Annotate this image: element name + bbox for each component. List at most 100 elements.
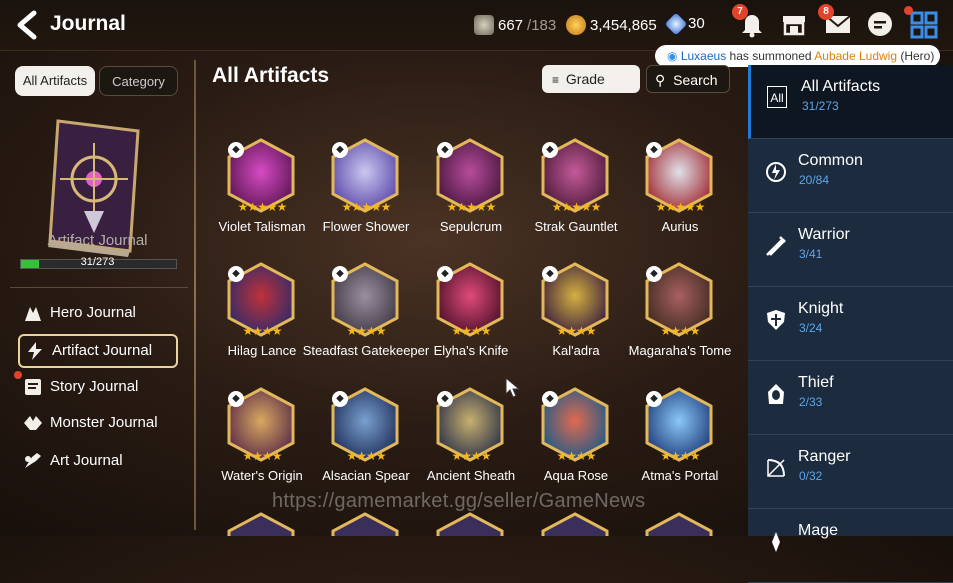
- menu-art-journal[interactable]: Art Journal: [18, 445, 178, 477]
- chat-button[interactable]: [864, 8, 896, 40]
- search-button[interactable]: ⚲ Search: [646, 65, 730, 93]
- artifact-card[interactable]: [411, 512, 531, 536]
- artifact-stars: ★★★★: [556, 324, 596, 338]
- left-panel: All Artifacts Category Artifact Journal …: [0, 51, 195, 536]
- knight-shield-icon: [767, 310, 785, 330]
- artifact-card[interactable]: ◆ ★★★★★ Strak Gauntlet: [516, 138, 636, 258]
- grid-menu-icon: [910, 11, 938, 39]
- artifact-stars: ★★★★: [556, 449, 596, 463]
- artifact-card[interactable]: ◆ ★★★★★ Aurius: [620, 138, 740, 258]
- artifact-card[interactable]: ◆ ★★★★★ Sepulcrum: [411, 138, 531, 258]
- filter-label: Warrior: [798, 226, 850, 243]
- story-journal-icon: [25, 379, 41, 395]
- menu-hero-journal[interactable]: Hero Journal: [18, 297, 178, 329]
- menu-label: Monster Journal: [50, 414, 158, 431]
- tab-category[interactable]: Category: [99, 66, 178, 96]
- tab-all-artifacts[interactable]: All Artifacts: [15, 66, 95, 96]
- gold-counter[interactable]: 3,454,865: [566, 15, 657, 35]
- watermark-text: https://gamemarket.gg/seller/GameNews: [272, 490, 646, 512]
- artifact-card[interactable]: [306, 512, 426, 536]
- toast-suffix: (Hero): [897, 49, 935, 63]
- grade-sort-button[interactable]: ≡ Grade: [542, 65, 640, 93]
- menu-label: Story Journal: [50, 378, 139, 395]
- artifact-stars: ★★★★★: [655, 200, 706, 214]
- artifact-card[interactable]: ◆ ★★★★★ Flower Shower: [306, 138, 426, 258]
- artifact-card[interactable]: ◆ ★★★★ Alsacian Spear: [306, 387, 426, 507]
- artifact-card[interactable]: ◆ ★★★★ Magaraha's Tome: [620, 262, 740, 382]
- class-badge-icon: ◆: [542, 142, 558, 158]
- artifact-stars: ★★★★: [451, 449, 491, 463]
- filter-count: 3/24: [799, 321, 823, 335]
- menu-monster-journal[interactable]: Monster Journal: [18, 407, 178, 439]
- shop-button[interactable]: [778, 8, 810, 40]
- main-title: All Artifacts: [212, 64, 330, 87]
- filter-label: Thief: [798, 374, 834, 391]
- menu-story-journal[interactable]: Story Journal: [14, 371, 178, 403]
- artifact-card[interactable]: ◆ ★★★★ Steadfast Gatekeeper: [303, 262, 429, 382]
- main-menu-button[interactable]: [904, 6, 940, 40]
- artifact-card[interactable]: [516, 512, 636, 536]
- class-badge-icon: ◆: [332, 391, 348, 407]
- filter-all-artifacts[interactable]: All All Artifacts 31/273: [748, 65, 953, 139]
- artifact-stars: ★★★★: [660, 449, 700, 463]
- filter-common[interactable]: Common 20/84: [748, 139, 953, 213]
- class-badge-icon: ◆: [542, 266, 558, 282]
- collection-progress-text: 31/273: [80, 256, 115, 268]
- menu-label: Hero Journal: [50, 304, 136, 321]
- warrior-class-icon: [766, 236, 786, 256]
- class-badge-icon: ◆: [332, 142, 348, 158]
- filter-label: All Artifacts: [801, 78, 881, 95]
- crystal-icon: [664, 12, 688, 35]
- filter-thief[interactable]: Thief 2/33: [748, 361, 953, 435]
- menu-badge-dot: [904, 6, 913, 15]
- back-arrow-icon[interactable]: [14, 10, 40, 40]
- ranger-bow-icon: [767, 459, 785, 477]
- artifact-card[interactable]: ◆ ★★★★ Elyha's Knife: [411, 262, 531, 382]
- filter-mage[interactable]: Mage: [748, 509, 953, 583]
- menu-label: Artifact Journal: [52, 342, 153, 359]
- notification-bell-button[interactable]: 7: [732, 4, 768, 40]
- crystal-value: 30: [688, 15, 705, 32]
- artifact-name: Atma's Portal: [641, 468, 719, 483]
- gold-coin-icon: [566, 15, 586, 35]
- artifact-card[interactable]: ◆ ★★★★ Kal'adra: [516, 262, 636, 382]
- artifact-stars: ★★★★: [242, 449, 282, 463]
- all-icon: All: [767, 86, 787, 108]
- class-badge-icon: ◆: [228, 391, 244, 407]
- stamina-max: /183: [527, 16, 557, 34]
- filter-warrior[interactable]: Warrior 3/41: [748, 213, 953, 287]
- class-badge-icon: ◆: [437, 142, 453, 158]
- menu-artifact-journal[interactable]: Artifact Journal: [18, 334, 178, 368]
- class-badge-icon: ◆: [542, 391, 558, 407]
- toast-text: has summoned: [726, 49, 815, 63]
- stamina-counter[interactable]: 667/183: [474, 15, 556, 35]
- artifact-card[interactable]: ◆ ★★★★ Hilag Lance: [202, 262, 322, 382]
- filter-knight[interactable]: Knight 3/24: [748, 287, 953, 361]
- artifact-card[interactable]: [202, 512, 322, 536]
- chat-icon: [868, 12, 892, 36]
- artifact-card[interactable]: ◆ ★★★★ Ancient Sheath: [411, 387, 531, 507]
- mage-class-icon: [772, 532, 780, 552]
- artifact-icon: [331, 512, 399, 536]
- filter-label: Knight: [798, 300, 844, 317]
- artifact-stars: ★★★★★: [237, 200, 288, 214]
- artifact-icon: [227, 512, 295, 536]
- search-icon: ⚲: [655, 72, 666, 88]
- mail-badge: 8: [818, 4, 834, 20]
- filter-ranger[interactable]: Ranger 0/32: [748, 435, 953, 509]
- artifact-card[interactable]: ◆ ★★★★ Aqua Rose: [516, 387, 636, 507]
- artifact-card[interactable]: ◆ ★★★★ Water's Origin: [202, 387, 322, 507]
- artifact-stars: ★★★★: [451, 324, 491, 338]
- crystal-counter[interactable]: 30: [664, 12, 705, 35]
- artifact-icon: [645, 512, 713, 536]
- artifact-card[interactable]: ◆ ★★★★★ Violet Talisman: [202, 138, 322, 258]
- filter-count: 31/273: [802, 99, 839, 113]
- chat-bubble-icon: ◉: [667, 49, 678, 63]
- filter-count: 3/41: [799, 247, 823, 261]
- artifact-stars: ★★★★★: [446, 200, 497, 214]
- artifact-card[interactable]: [620, 512, 740, 536]
- monster-journal-icon: [24, 416, 42, 430]
- mail-button[interactable]: 8: [818, 4, 854, 40]
- artifact-card[interactable]: ◆ ★★★★ Atma's Portal: [620, 387, 740, 507]
- class-badge-icon: ◆: [332, 266, 348, 282]
